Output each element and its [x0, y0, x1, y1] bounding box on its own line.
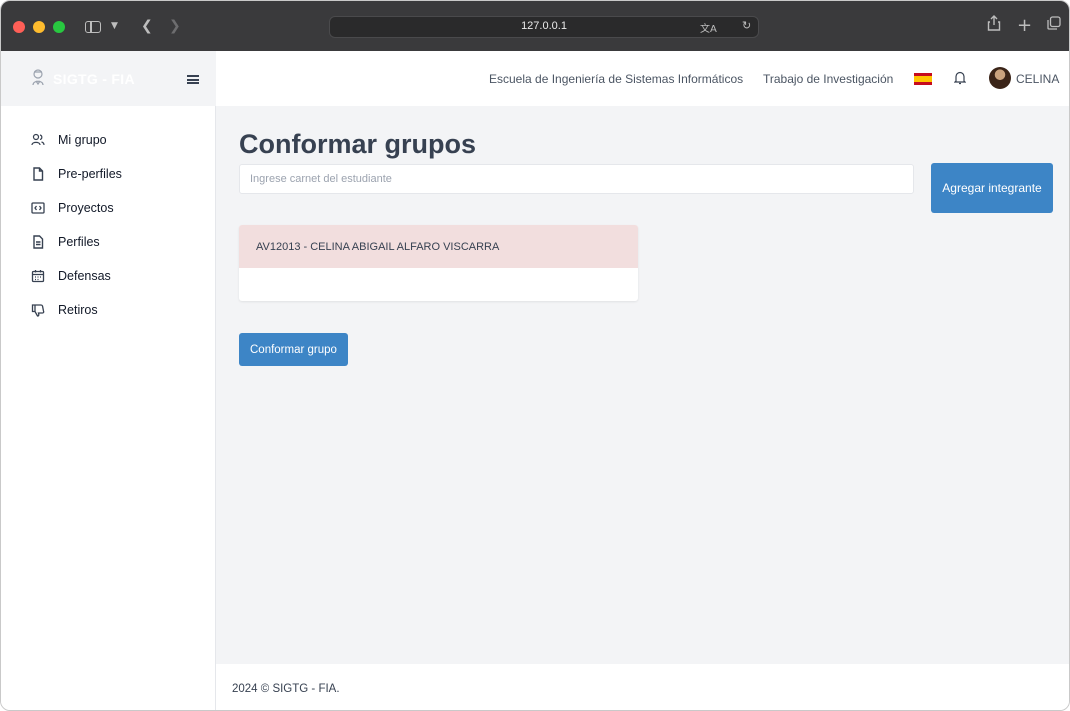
brand[interactable]: SIGTG - FIA [1, 51, 216, 106]
translate-icon[interactable]: 文A [700, 20, 717, 35]
footer-text: 2024 © SIGTG - FIA. [232, 683, 340, 695]
sidebar-item-proyectos[interactable]: Proyectos [1, 191, 216, 225]
spain-flag-icon[interactable] [914, 73, 932, 85]
user-name[interactable]: CELINA [1016, 72, 1059, 86]
maximize-window-button[interactable] [53, 21, 65, 33]
document-icon [33, 235, 44, 249]
sidebar-item-mi-grupo[interactable]: Mi grupo [1, 123, 216, 157]
close-window-button[interactable] [13, 21, 25, 33]
brand-title: SIGTG - FIA [53, 71, 135, 87]
address-bar[interactable]: 127.0.0.1 文A ↻ [329, 16, 759, 38]
browser-window: ▼ ❮ ❯ 127.0.0.1 文A ↻ + SIGTG - FIA Mi gr… [0, 0, 1070, 711]
sidebar-item-label: Pre-perfiles [58, 167, 122, 181]
footer: 2024 © SIGTG - FIA. [216, 664, 1069, 710]
file-icon [33, 167, 44, 181]
member-name: AV12013 - CELINA ABIGAIL ALFARO VISCARRA [256, 240, 500, 253]
list-item[interactable]: AV12013 - CELINA ABIGAIL ALFARO VISCARRA [239, 225, 638, 268]
minimize-window-button[interactable] [33, 21, 45, 33]
research-work-link[interactable]: Trabajo de Investigación [763, 72, 893, 86]
sidebar-nav: Mi grupo Pre-perfiles Proyectos Perfiles… [1, 123, 216, 327]
sidebar-item-perfiles[interactable]: Perfiles [1, 225, 216, 259]
sidebar-item-label: Retiros [58, 303, 98, 317]
forward-icon[interactable]: ❯ [169, 15, 181, 37]
school-link[interactable]: Escuela de Ingeniería de Sistemas Inform… [489, 72, 743, 86]
member-list: AV12013 - CELINA ABIGAIL ALFARO VISCARRA [239, 225, 638, 301]
sidebar-toggle-icon[interactable] [85, 21, 101, 33]
student-id-input[interactable] [239, 164, 914, 194]
menu-icon[interactable] [187, 75, 199, 84]
chevron-down-icon[interactable]: ▼ [111, 15, 118, 37]
tab-overview-icon[interactable] [1047, 15, 1061, 37]
thumbs-down-icon [31, 304, 45, 317]
reload-icon[interactable]: ↻ [742, 19, 751, 32]
sidebar-item-label: Perfiles [58, 235, 100, 249]
sidebar-item-pre-perfiles[interactable]: Pre-perfiles [1, 157, 216, 191]
bell-icon[interactable] [954, 70, 966, 85]
avatar[interactable] [989, 67, 1011, 89]
sidebar-item-retiros[interactable]: Retiros [1, 293, 216, 327]
form-group-button[interactable]: Conformar grupo [239, 333, 348, 366]
sidebar-item-label: Mi grupo [58, 133, 107, 147]
users-icon [31, 133, 45, 146]
add-member-button[interactable]: Agregar integrante [931, 163, 1053, 213]
back-icon[interactable]: ❮ [141, 15, 153, 37]
calendar-icon [31, 270, 45, 283]
browser-toolbar: ▼ ❮ ❯ 127.0.0.1 文A ↻ + [1, 1, 1069, 51]
sidebar-item-label: Proyectos [58, 201, 114, 215]
code-window-icon [31, 202, 45, 214]
sidebar: SIGTG - FIA Mi grupo Pre-perfiles Proyec… [1, 51, 216, 710]
share-icon[interactable] [987, 15, 1001, 38]
url-text: 127.0.0.1 [521, 20, 567, 32]
page-title: Conformar grupos [239, 129, 477, 159]
main-content: Conformar grupos Agregar integrante AV12… [216, 106, 1069, 664]
sidebar-item-label: Defensas [58, 269, 111, 283]
new-tab-icon[interactable]: + [1017, 15, 1032, 37]
sidebar-item-defensas[interactable]: Defensas [1, 259, 216, 293]
top-navbar: Escuela de Ingeniería de Sistemas Inform… [216, 51, 1069, 106]
graduate-icon [32, 69, 44, 86]
